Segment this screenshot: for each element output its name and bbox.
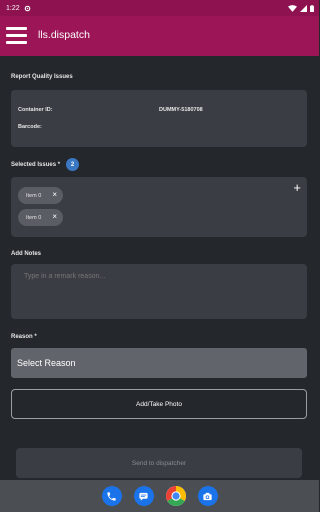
issue-chip-label: Item 0 (26, 214, 42, 221)
app-title: lls.dispatch (38, 29, 90, 41)
notes-input[interactable] (11, 264, 307, 319)
add-photo-label: Add/Take Photo (136, 400, 182, 408)
reason-select[interactable]: Select Reason (11, 348, 307, 378)
add-notes-label: Add Notes (11, 251, 41, 257)
main-content: Report Quality Issues Container ID: DUMM… (0, 56, 319, 480)
messages-icon[interactable] (133, 486, 154, 506)
wifi-icon (288, 4, 297, 12)
report-heading: Report Quality Issues (11, 74, 73, 80)
status-left: 1:22 (6, 5, 31, 12)
issues-card: + Item 0 × Item 0 × (11, 177, 307, 237)
reason-select-value: Select Reason (17, 358, 76, 368)
selected-issues-label: Selected Issues * (11, 162, 61, 168)
status-right (288, 4, 314, 12)
reason-label: Reason * (11, 334, 37, 340)
menu-icon[interactable] (6, 27, 28, 45)
send-to-dispatcher-button[interactable]: Send to dispatcher (16, 448, 302, 478)
phone-icon[interactable] (101, 486, 122, 506)
add-photo-button[interactable]: Add/Take Photo (11, 389, 307, 419)
send-label: Send to dispatcher (131, 459, 187, 467)
container-id-label: Container ID: (18, 107, 53, 113)
camera-icon[interactable] (197, 486, 218, 506)
settings-icon (24, 5, 30, 11)
app-bar: lls.dispatch (0, 16, 319, 56)
status-time: 1:22 (6, 4, 20, 12)
battery-icon (310, 4, 314, 12)
signal-icon (300, 4, 307, 12)
remove-issue-icon[interactable]: × (52, 212, 57, 221)
issue-chip-label: Item 0 (26, 192, 42, 199)
chrome-icon[interactable] (165, 486, 186, 506)
issue-chip: Item 0 × (18, 187, 63, 204)
container-id-value: DUMMY-5180708 (159, 107, 203, 113)
remove-issue-icon[interactable]: × (52, 190, 57, 199)
issue-chip: Item 0 × (18, 209, 63, 226)
nav-dock (0, 480, 319, 512)
add-issue-icon[interactable]: + (293, 181, 301, 194)
barcode-label: Barcode: (18, 124, 42, 130)
container-info-card: Container ID: DUMMY-5180708 Barcode: (11, 90, 307, 147)
issues-count-badge: 2 (66, 158, 79, 171)
status-bar: 1:22 (0, 0, 319, 16)
